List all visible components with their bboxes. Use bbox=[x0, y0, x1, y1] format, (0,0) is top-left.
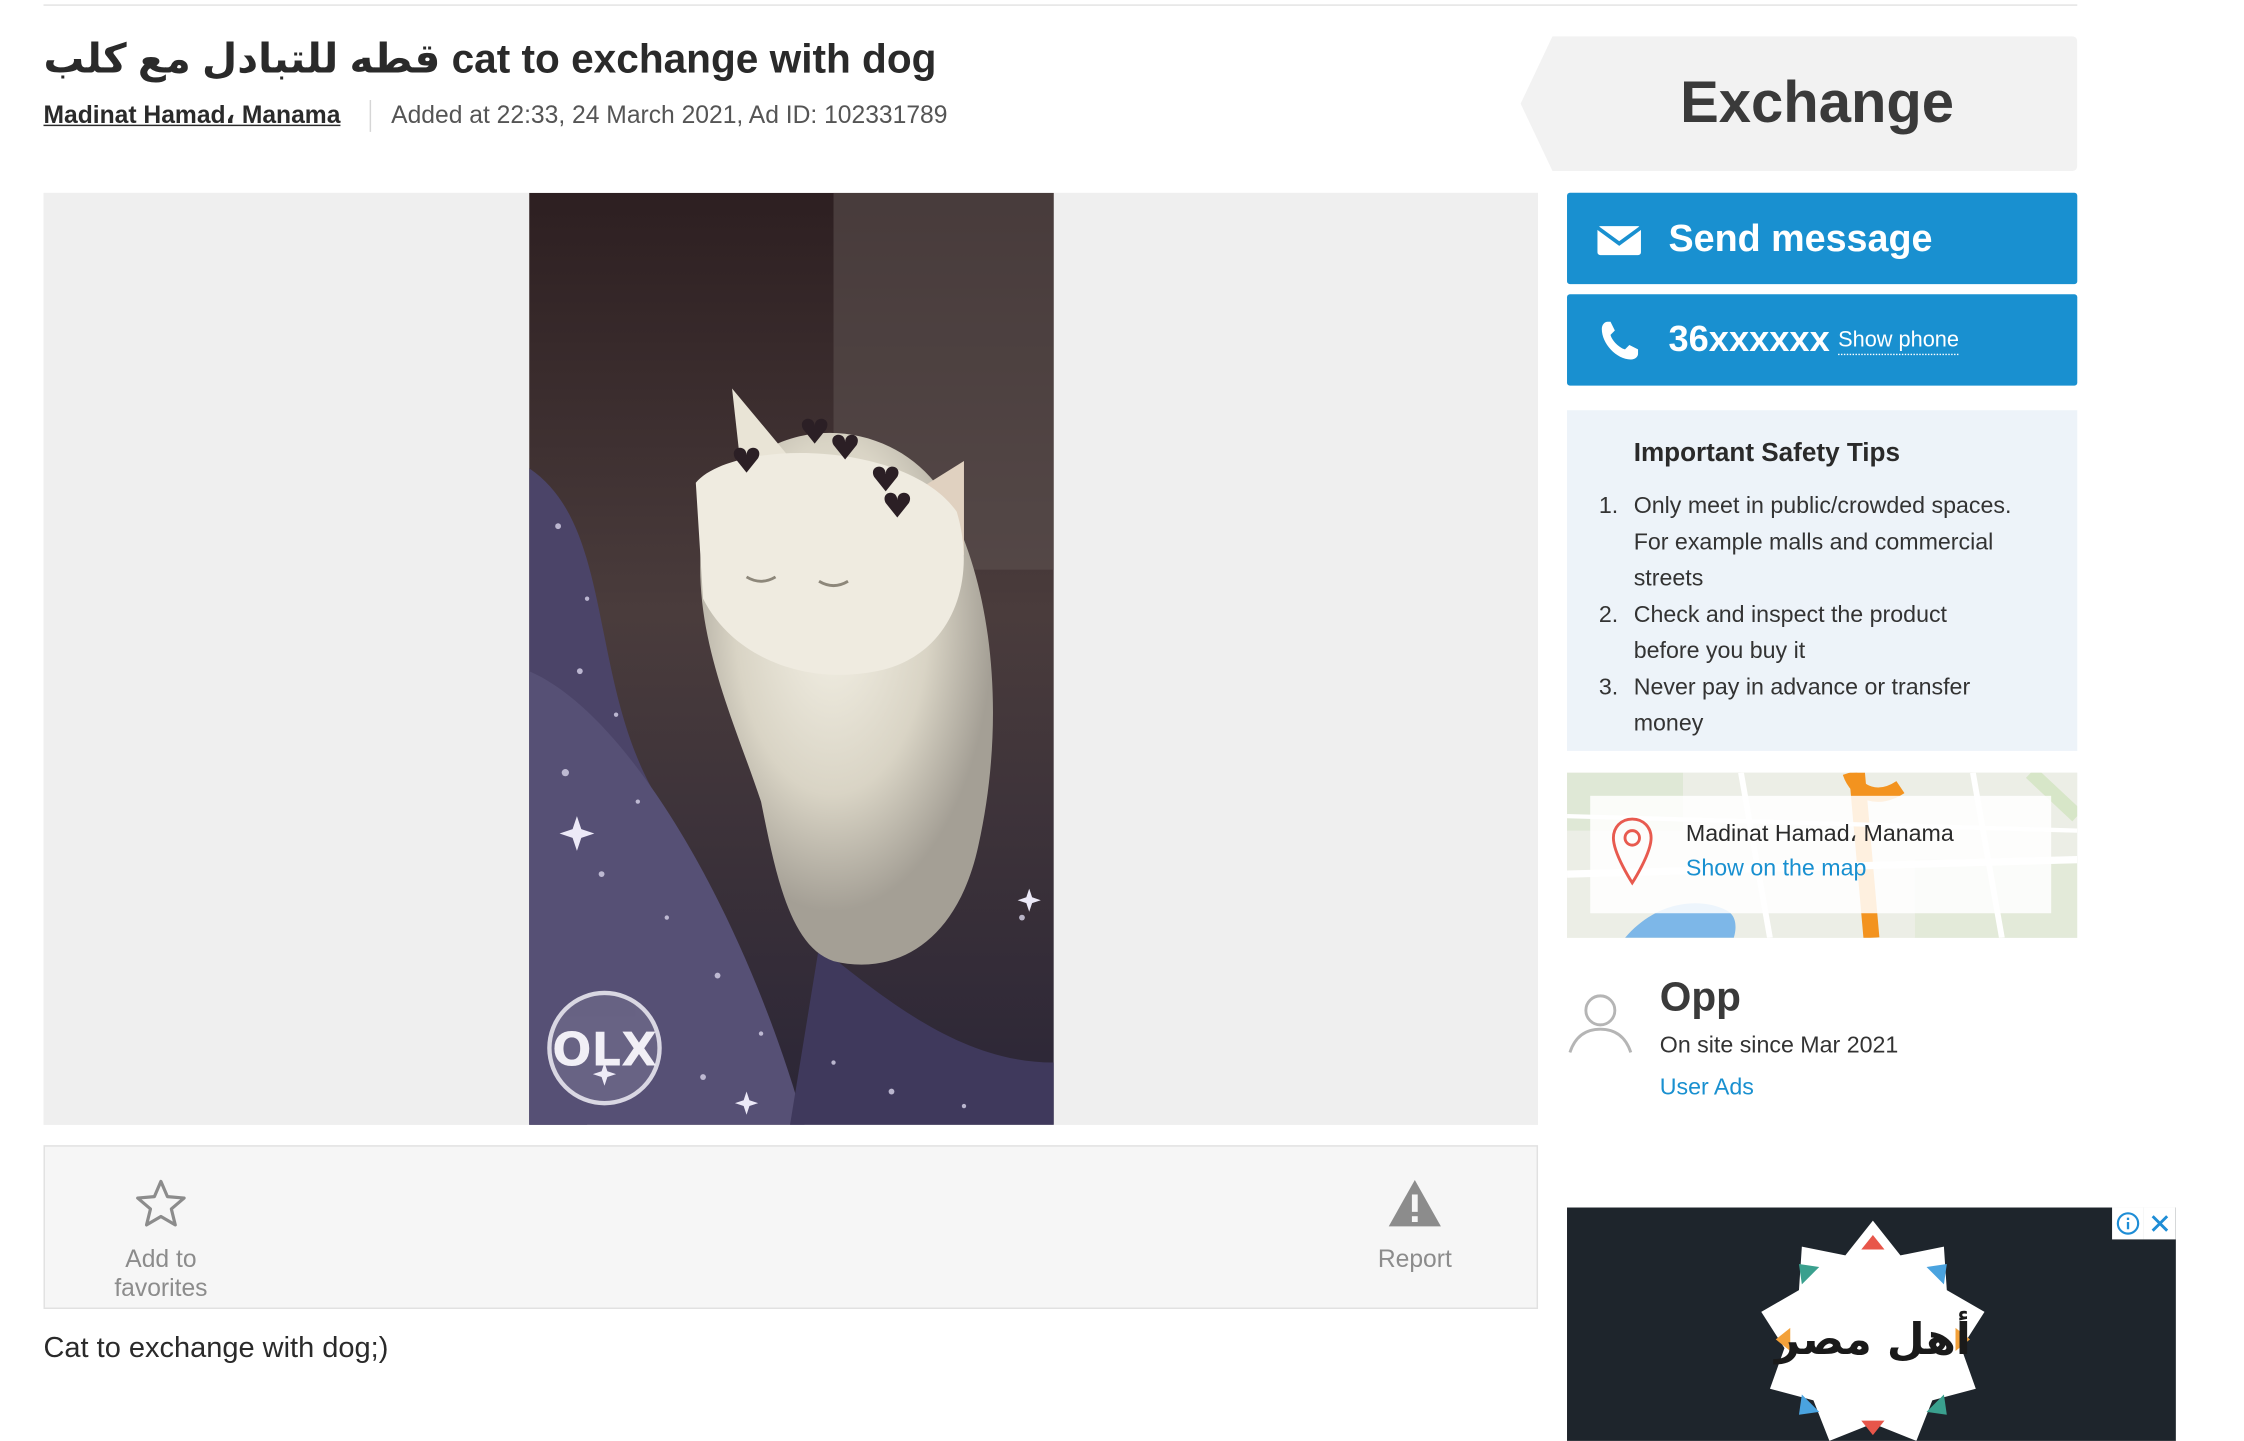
seller-name: Opp bbox=[1659, 974, 1741, 1020]
send-message-label: Send message bbox=[1668, 215, 1933, 260]
ad-meta: Madinat Hamad، Manama Added at 22:33, 24… bbox=[43, 99, 947, 134]
star-icon bbox=[136, 1179, 186, 1227]
safety-tip: 3. Never pay in advance or transfer money bbox=[1598, 675, 1971, 737]
show-phone-link[interactable]: Show phone bbox=[1838, 328, 1959, 356]
safety-tip: 1. Only meet in public/crowded spaces. Fo… bbox=[1598, 494, 2012, 592]
report-label: Report bbox=[1377, 1245, 1452, 1273]
phone-button[interactable]: 36xxxxxx Show phone bbox=[1567, 294, 2078, 386]
seller-card: Opp On site since Mar 2021 User Ads bbox=[1567, 971, 2077, 1130]
price-label: Exchange bbox=[1680, 71, 1955, 135]
phone-icon bbox=[1601, 321, 1639, 360]
meta-divider bbox=[369, 100, 371, 132]
phone-number: 36xxxxxx bbox=[1668, 318, 1830, 360]
seller-member-since: On site since Mar 2021 bbox=[1659, 1033, 1899, 1059]
ad-banner[interactable]: أهل مصر bbox=[1567, 1207, 2176, 1441]
warning-icon bbox=[1388, 1179, 1441, 1227]
photo-watermark: OLX bbox=[552, 1022, 657, 1076]
safety-tip: 2. Check and inspect the product before y… bbox=[1598, 603, 1948, 664]
ad-description: Cat to exchange with dog;) bbox=[43, 1332, 389, 1365]
send-message-button[interactable]: Send message bbox=[1567, 192, 2078, 285]
ad-page: قطه للتبادل مع كلب cat to exchange with … bbox=[0, 0, 2244, 1441]
safety-tips-list: 1. Only meet in public/crowded spaces. Fo… bbox=[1596, 489, 2013, 743]
add-to-favorites-label: Add to favorites bbox=[114, 1245, 208, 1302]
safety-tips-box: Important Safety Tips 1. Only meet in pub… bbox=[1567, 410, 2078, 751]
user-icon bbox=[1568, 994, 1633, 1053]
top-divider bbox=[43, 4, 2078, 6]
map-info-overlay: Madinat Hamad، Manama Show on the map bbox=[1590, 795, 2052, 914]
show-on-map-link[interactable]: Show on the map bbox=[1686, 857, 1867, 883]
user-ads-link[interactable]: User Ads bbox=[1660, 1076, 1754, 1102]
ad-title: قطه للتبادل مع كلب cat to exchange with … bbox=[43, 36, 937, 82]
report-button[interactable]: Report bbox=[1360, 1179, 1470, 1275]
envelope-icon bbox=[1596, 226, 1643, 256]
map-pin-icon bbox=[1611, 817, 1653, 886]
add-to-favorites-button[interactable]: Add to favorites bbox=[77, 1179, 245, 1304]
location-link[interactable]: Madinat Hamad، Manama bbox=[43, 101, 340, 130]
info-icon[interactable] bbox=[2112, 1207, 2144, 1240]
map-preview[interactable]: Madinat Hamad، Manama Show on the map bbox=[1567, 772, 2078, 938]
ad-action-bar: Add to favorites Report bbox=[43, 1145, 1539, 1309]
ad-logo: أهل مصر bbox=[1761, 1220, 1985, 1441]
map-location-text: Madinat Hamad، Manama bbox=[1685, 821, 1954, 847]
price-box: Exchange bbox=[1520, 36, 2078, 172]
ad-controls bbox=[2112, 1207, 2176, 1240]
safety-tips-title: Important Safety Tips bbox=[1633, 437, 1900, 467]
close-icon[interactable] bbox=[2143, 1207, 2176, 1240]
ad-logo-text: أهل مصر bbox=[1773, 1311, 1971, 1365]
photo-gallery[interactable]: OLX bbox=[43, 192, 1539, 1125]
added-info: Added at 22:33, 24 March 2021, Ad ID: 10… bbox=[391, 101, 948, 130]
ad-photo[interactable]: OLX bbox=[529, 192, 1054, 1125]
